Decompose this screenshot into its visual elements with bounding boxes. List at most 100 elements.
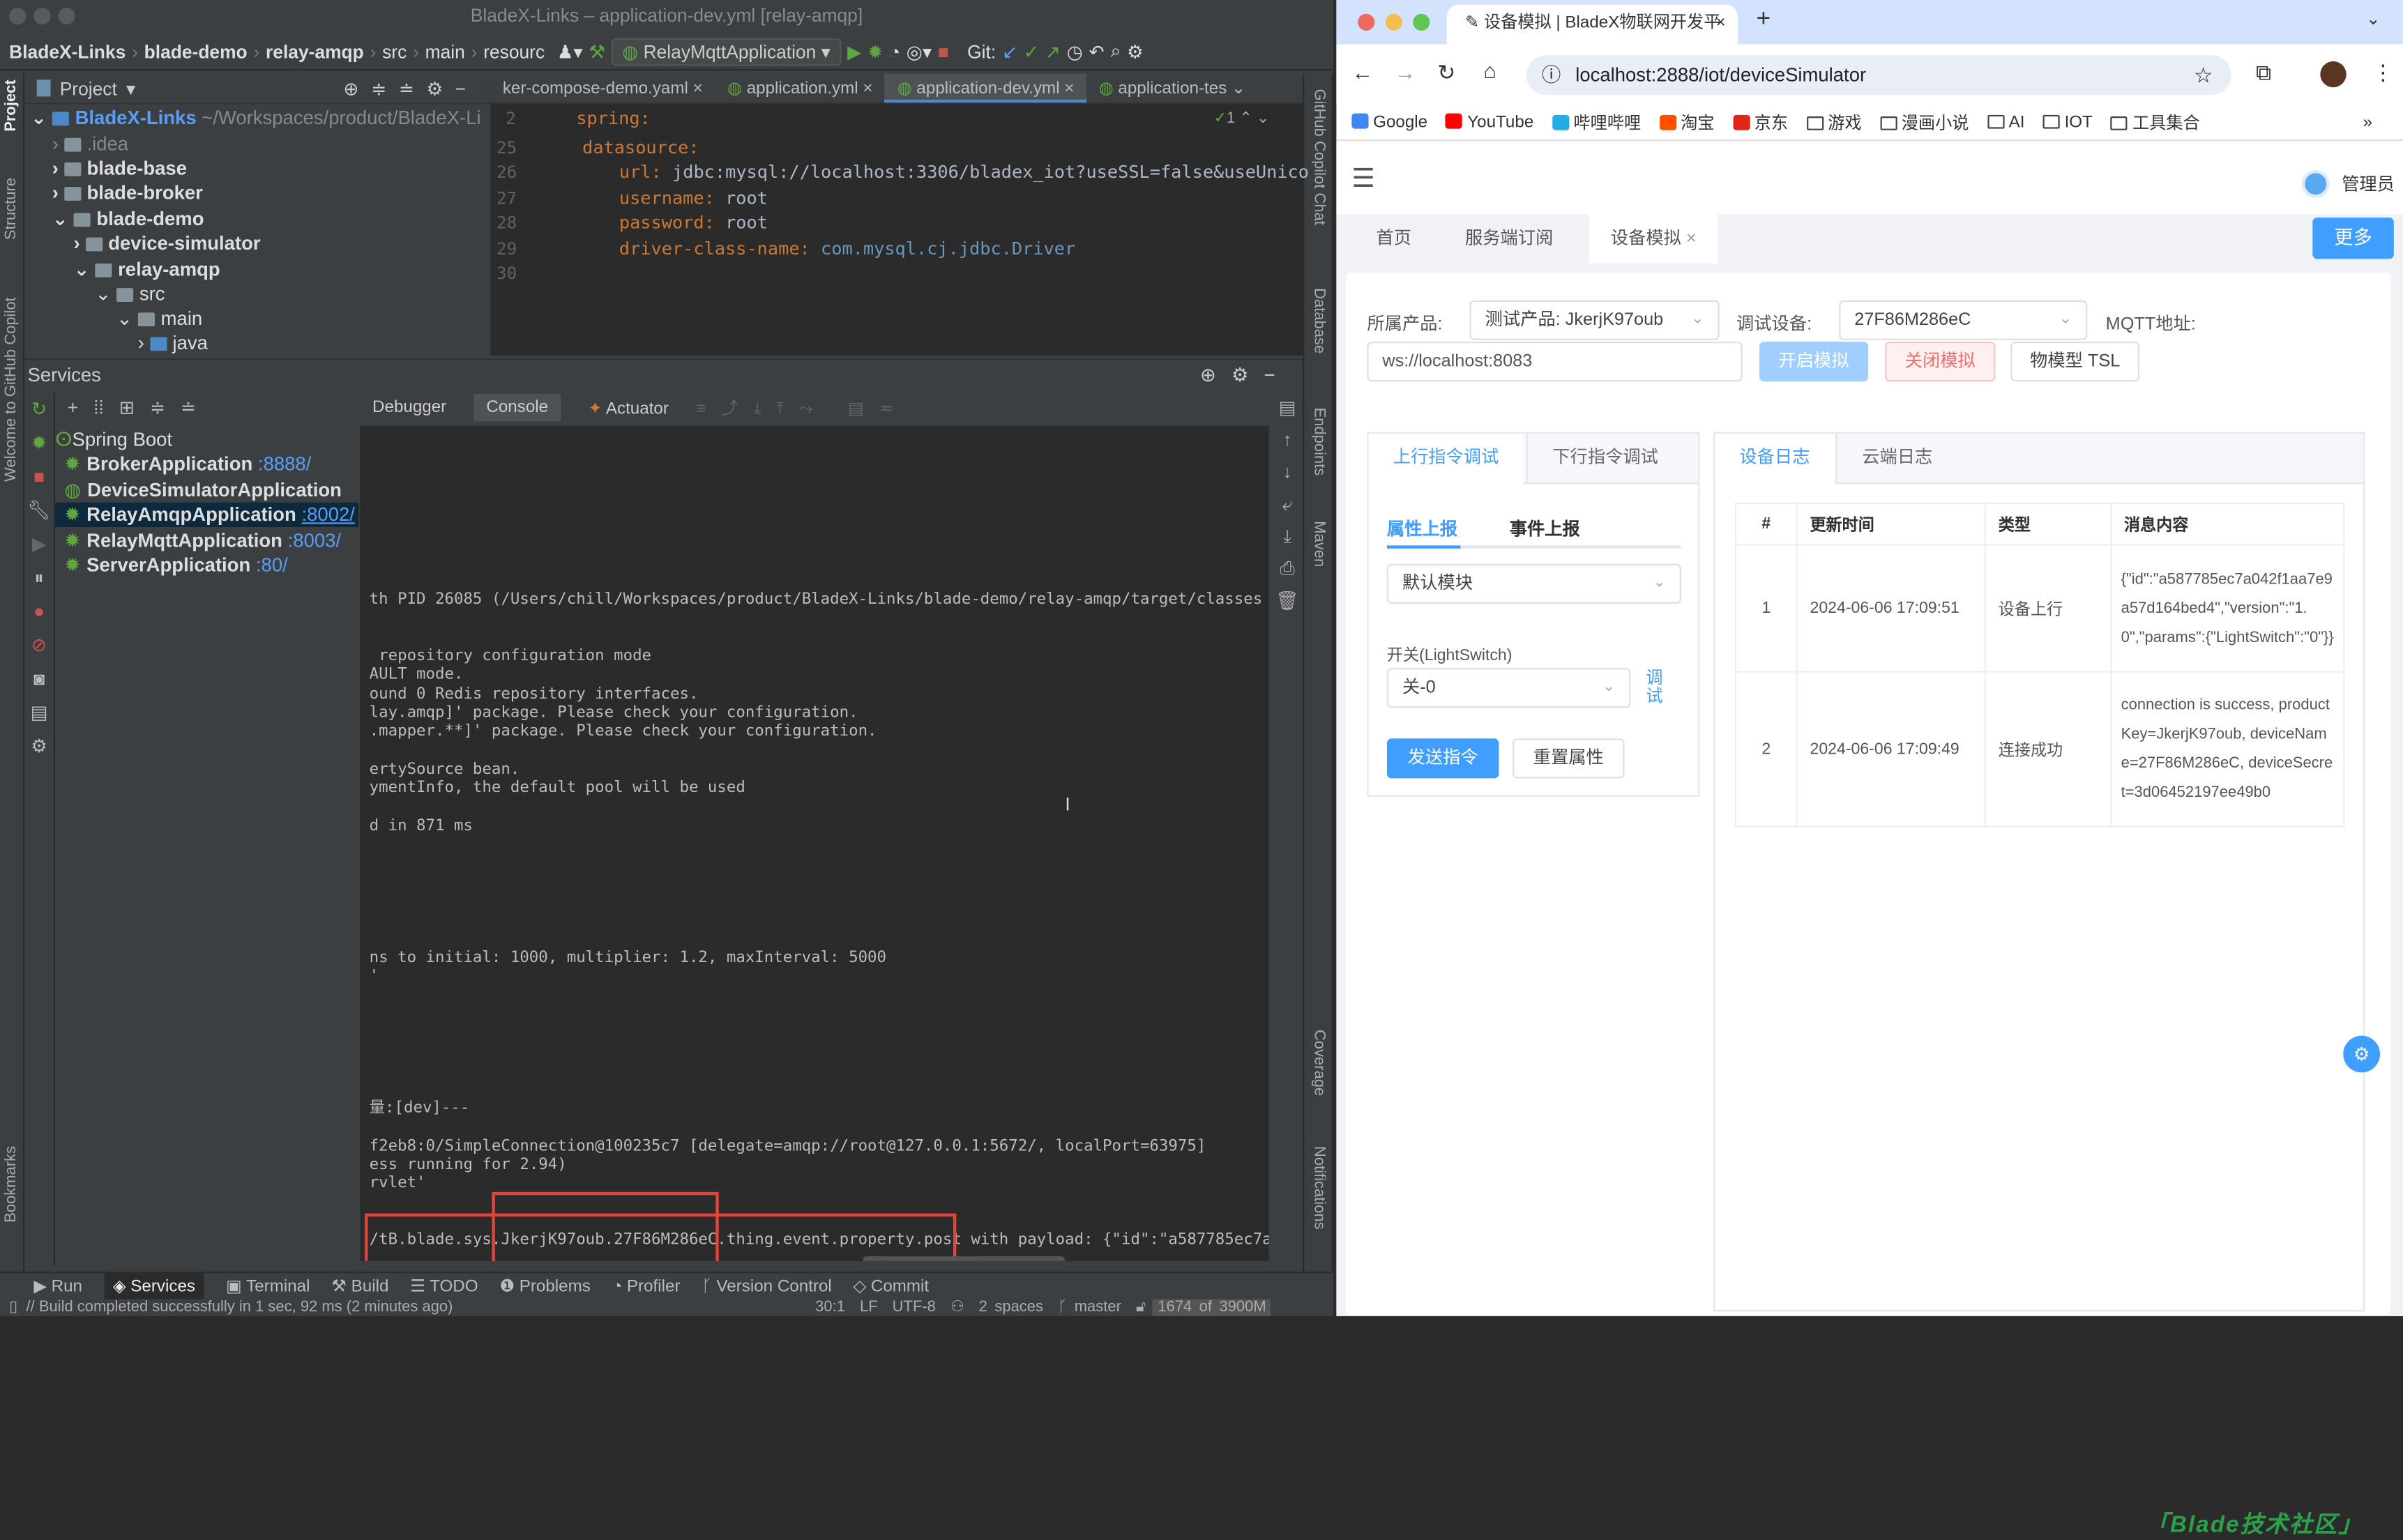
tree-root[interactable]: ⌄ BladeX-Links ~/Workspaces/product/Blad…: [31, 106, 481, 130]
tab-actuator[interactable]: ✦ Actuator: [588, 397, 669, 418]
close-window-button[interactable]: [1358, 13, 1375, 31]
more-button[interactable]: 更多: [2312, 218, 2394, 259]
tree-item[interactable]: ⌄ main: [116, 307, 202, 331]
zoom-window-button[interactable]: [1413, 13, 1430, 31]
user-name[interactable]: 管理员: [2342, 171, 2395, 196]
line-separator[interactable]: LF: [860, 1299, 878, 1316]
stop-icon[interactable]: ■: [24, 459, 54, 493]
start-simulation-button[interactable]: 开启模拟: [1759, 342, 1868, 382]
bookmark-item[interactable]: 淘宝: [1659, 109, 1715, 134]
editor-tab-active[interactable]: ◍ application-dev.yml ×: [885, 73, 1086, 103]
tag-device-simulator[interactable]: 设备模拟 ×: [1589, 214, 1718, 264]
settings-float-button[interactable]: ⚙: [2343, 1035, 2381, 1073]
bookmark-item[interactable]: 工具集合: [2111, 109, 2200, 134]
new-tab-icon[interactable]: ⊞: [119, 397, 135, 418]
indent-setting[interactable]: 2 spaces: [979, 1299, 1043, 1316]
tab-problems[interactable]: ❶ Problems: [499, 1276, 591, 1296]
breadcrumb-item[interactable]: relay-amqp: [266, 40, 364, 62]
subtab-property-report[interactable]: 属性上报: [1387, 517, 1457, 541]
tree-item[interactable]: ⌄ src: [95, 282, 165, 306]
git-commit-icon[interactable]: ✓: [1024, 40, 1039, 62]
structure-tool-button[interactable]: Structure: [3, 178, 20, 240]
close-window-button[interactable]: [9, 7, 26, 25]
breadcrumb-item[interactable]: resourc: [483, 40, 545, 62]
module-select[interactable]: 默认模块 ⌄: [1386, 563, 1681, 604]
tsl-model-button[interactable]: 物模型 TSL: [2010, 342, 2139, 382]
inspection-widget[interactable]: ✓1 ⌃ ⌄: [1214, 110, 1270, 127]
stop-icon[interactable]: ■: [938, 40, 949, 62]
maven-tool-button[interactable]: Maven: [1310, 521, 1327, 567]
console-output[interactable]: th PID 26085 (/Users/chill/Workspaces/pr…: [360, 425, 1269, 1261]
bookmark-item[interactable]: AI: [1987, 113, 2024, 131]
database-tool-button[interactable]: Database: [1310, 288, 1327, 353]
bookmarks-tool-button[interactable]: Bookmarks: [3, 1146, 20, 1223]
bookmark-item[interactable]: IOT: [2042, 113, 2093, 131]
mute-breakpoints-icon[interactable]: ⊘: [24, 628, 54, 662]
run-configuration-select[interactable]: ◍ RelayMqttApplication ▾: [611, 37, 842, 66]
tree-item[interactable]: › .idea: [52, 132, 128, 156]
new-tab-icon[interactable]: +: [1757, 6, 1771, 34]
device-select[interactable]: 27F86M286eC ⌄: [1839, 300, 2088, 340]
tab-downlink[interactable]: 下行指令调试: [1526, 433, 1683, 485]
debug-link[interactable]: 调试: [1646, 669, 1664, 706]
bookmark-item[interactable]: 京东: [1732, 109, 1788, 134]
settings-gear-icon[interactable]: ⚙: [24, 729, 54, 763]
tab-terminal[interactable]: ▣ Terminal: [226, 1276, 310, 1296]
run-icon[interactable]: ▶: [847, 40, 861, 62]
history-icon[interactable]: ◷: [1067, 40, 1083, 62]
subtab-event-report[interactable]: 事件上报: [1510, 517, 1580, 541]
scroll-to-end-icon[interactable]: ⤓: [1272, 521, 1303, 553]
extensions-icon[interactable]: ⧉: [2256, 60, 2271, 86]
profile-avatar[interactable]: [2320, 61, 2347, 88]
close-tab-icon[interactable]: ×: [1715, 5, 1725, 42]
profile-icon[interactable]: ◎▾: [907, 40, 932, 62]
light-switch-select[interactable]: 关-0 ⌄: [1386, 668, 1631, 708]
breadcrumb-item[interactable]: src: [382, 40, 407, 62]
tree-item[interactable]: › java: [138, 331, 208, 356]
git-update-icon[interactable]: ↙: [1002, 40, 1017, 62]
project-tool-button[interactable]: Project: [3, 79, 20, 132]
down-arrow-icon[interactable]: ↓: [1272, 457, 1303, 489]
coverage-tool-button[interactable]: Coverage: [1310, 1030, 1327, 1096]
service-item[interactable]: ✹ BrokerApplication :8888/: [64, 452, 311, 476]
tree-item[interactable]: › device-simulator: [73, 231, 260, 256]
breadcrumb-item[interactable]: blade-demo: [144, 40, 248, 62]
debug-icon[interactable]: ✹: [24, 426, 54, 459]
zoom-window-button[interactable]: [58, 7, 75, 25]
breadcrumb-item[interactable]: BladeX-Links: [9, 40, 126, 62]
copilot-welcome-tool-button[interactable]: Welcome to GitHub Copilot: [3, 297, 20, 482]
layout-icon[interactable]: ▤: [24, 696, 54, 729]
rerun-icon[interactable]: ↻: [24, 392, 54, 426]
product-select[interactable]: 测试产品: JkerjK97oub ⌄: [1469, 300, 1720, 340]
tag-home[interactable]: 首页: [1355, 215, 1433, 264]
trash-icon[interactable]: 🗑︎: [1272, 586, 1303, 618]
project-toolbar-icons[interactable]: ⊕≑≐⚙−: [343, 77, 478, 99]
forward-icon[interactable]: →: [1395, 60, 1416, 84]
tab-todo[interactable]: ☰ TODO: [410, 1276, 478, 1296]
tab-console[interactable]: Console: [473, 393, 561, 422]
editor-tab[interactable]: ◍ application.yml ×: [715, 73, 885, 102]
service-item[interactable]: ✹ RelayAmqpApplication :8002/: [55, 502, 359, 528]
bookmark-item[interactable]: YouTube: [1446, 112, 1533, 131]
service-item[interactable]: ✹ RelayMqttApplication :8003/: [64, 528, 341, 552]
tab-cloud-log[interactable]: 云端日志: [1835, 433, 1957, 485]
tab-build[interactable]: ⚒ Build: [331, 1276, 388, 1296]
tab-services[interactable]: ◈ Services: [103, 1273, 205, 1299]
print-icon[interactable]: ⎙: [1272, 553, 1303, 585]
git-push-icon[interactable]: ↗: [1045, 40, 1061, 62]
memory-indicator[interactable]: 1674 of 3900M: [1153, 1299, 1271, 1316]
breadcrumb-item[interactable]: main: [425, 40, 465, 62]
send-command-button[interactable]: 发送指令: [1386, 738, 1499, 779]
tab-run[interactable]: ▶ Run: [33, 1276, 82, 1296]
mqtt-address-input[interactable]: ws://localhost:8083: [1367, 342, 1743, 382]
spring-boot-group[interactable]: ⵙSpring Boot: [55, 427, 172, 452]
tab-version-control[interactable]: ᚴ Version Control: [702, 1277, 832, 1295]
console-toolbar-icons[interactable]: ≡⤴⤓⤒⤳ ▤≂: [696, 395, 909, 420]
tab-commit[interactable]: ◇ Commit: [854, 1276, 930, 1296]
minimize-window-button[interactable]: [33, 7, 51, 25]
editor-tab[interactable]: ker-compose-demo.yaml ×: [490, 73, 715, 102]
user-icon[interactable]: ♟▾: [557, 40, 583, 62]
resume-icon[interactable]: ▶: [24, 527, 54, 561]
tree-item[interactable]: ⌄ blade-demo: [52, 207, 204, 231]
back-icon[interactable]: ←: [1351, 60, 1373, 84]
